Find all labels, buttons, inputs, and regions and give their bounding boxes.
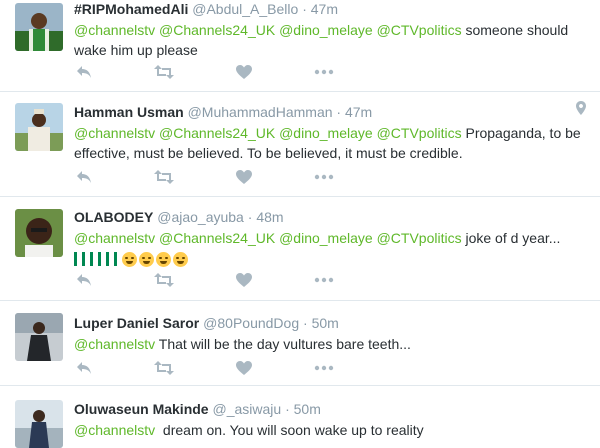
retweet-icon[interactable] [154, 270, 174, 290]
laughing-emoji-icon [138, 251, 154, 267]
tweet-body: joke of d year... [461, 230, 561, 246]
tweet-text: @channelstv @Channels24_UK @dino_melaye … [74, 123, 588, 163]
display-name[interactable]: Luper Daniel Saror [74, 315, 199, 331]
user-handle[interactable]: @ajao_ayuba [157, 209, 244, 225]
separator: · [285, 401, 290, 417]
timestamp[interactable]: 47m [311, 1, 338, 17]
more-icon[interactable] [314, 270, 334, 290]
laughing-emoji-icon [121, 251, 137, 267]
timestamp[interactable]: 50m [294, 401, 321, 417]
tweet-mentions[interactable]: @channelstv @Channels24_UK @dino_melaye … [74, 230, 462, 246]
timestamp[interactable]: 47m [345, 104, 372, 120]
laughing-emoji-icon [172, 251, 188, 267]
avatar[interactable] [15, 313, 63, 361]
timestamp[interactable]: 48m [256, 209, 283, 225]
reply-icon[interactable] [74, 167, 94, 187]
display-name[interactable]: OLABODEY [74, 209, 153, 225]
timestamp[interactable]: 50m [312, 315, 339, 331]
laughing-emoji-icon [155, 251, 171, 267]
tweet-body: dream on. You will soon wake up to reali… [155, 422, 424, 438]
tweet-item[interactable]: Luper Daniel Saror @80PoundDog · 50m @ch… [0, 301, 600, 386]
like-icon[interactable] [234, 358, 254, 378]
retweet-icon[interactable] [154, 62, 174, 82]
display-name[interactable]: Hamman Usman [74, 104, 184, 120]
tweet-mentions[interactable]: @channelstv [74, 336, 155, 352]
tweet-text: @channelstv @Channels24_UK @dino_melaye … [74, 20, 588, 60]
nigeria-flag-icon [89, 250, 102, 267]
nigeria-flag-icon [105, 250, 118, 267]
tweet-text: @channelstv dream on. You will soon wake… [74, 420, 588, 440]
tweet-item[interactable]: OLABODEY @ajao_ayuba · 48m @channelstv @… [0, 197, 600, 301]
like-icon[interactable] [234, 270, 254, 290]
more-icon[interactable] [314, 62, 334, 82]
emoji-row [74, 248, 588, 268]
more-icon[interactable] [314, 358, 334, 378]
display-name[interactable]: Oluwaseun Makinde [74, 401, 209, 417]
reply-icon[interactable] [74, 270, 94, 290]
retweet-icon[interactable] [154, 358, 174, 378]
tweet-item[interactable]: Oluwaseun Makinde @_asiwaju · 50m @chann… [0, 386, 600, 448]
tweet-item[interactable]: #RIPMohamedAli @Abdul_A_Bello · 47m @cha… [0, 0, 600, 92]
tweet-body: That will be the day vultures bare teeth… [155, 336, 411, 352]
more-icon[interactable] [314, 167, 334, 187]
separator: · [303, 315, 308, 331]
tweet-mentions[interactable]: @channelstv @Channels24_UK @dino_melaye … [74, 22, 462, 38]
avatar[interactable] [15, 400, 63, 448]
avatar[interactable] [15, 209, 63, 257]
location-pin-icon[interactable] [576, 101, 586, 120]
user-handle[interactable]: @Abdul_A_Bello [192, 1, 298, 17]
nigeria-flag-icon [74, 250, 86, 267]
user-handle[interactable]: @MuhammadHamman [188, 104, 333, 120]
like-icon[interactable] [234, 62, 254, 82]
reply-icon[interactable] [74, 358, 94, 378]
separator: · [336, 104, 342, 120]
tweet-text: @channelstv @Channels24_UK @dino_melaye … [74, 228, 588, 268]
reply-icon[interactable] [74, 62, 94, 82]
user-handle[interactable]: @80PoundDog [203, 315, 299, 331]
avatar[interactable] [15, 103, 63, 151]
user-handle[interactable]: @_asiwaju [212, 401, 281, 417]
display-name[interactable]: #RIPMohamedAli [74, 1, 188, 17]
tweet-mentions[interactable]: @channelstv [74, 422, 155, 438]
separator: · [302, 1, 307, 17]
tweet-mentions[interactable]: @channelstv @Channels24_UK @dino_melaye … [74, 125, 462, 141]
avatar[interactable] [15, 3, 63, 51]
tweet-item[interactable]: Hamman Usman @MuhammadHamman · 47m @chan… [0, 93, 600, 197]
like-icon[interactable] [234, 167, 254, 187]
tweet-text: @channelstv That will be the day vulture… [74, 334, 588, 354]
separator: · [247, 209, 253, 225]
retweet-icon[interactable] [154, 167, 174, 187]
